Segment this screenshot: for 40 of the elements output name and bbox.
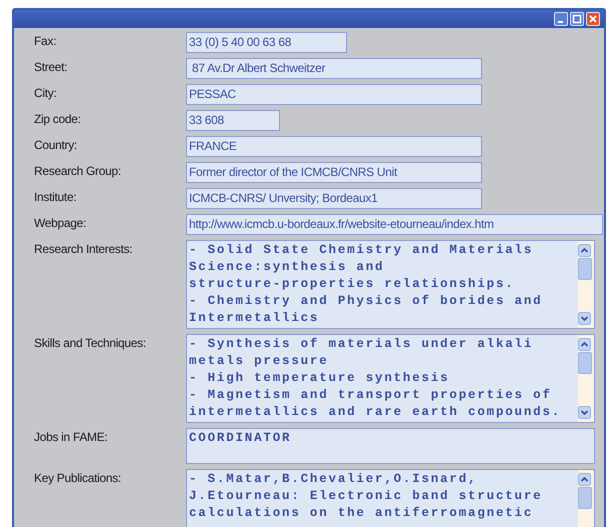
- text-field[interactable]: ICMCB-CNRS/ Unversity; Bordeaux1: [186, 188, 482, 209]
- text-field[interactable]: PESSAC: [186, 84, 482, 105]
- close-button[interactable]: [586, 12, 600, 26]
- field-label: Zip code:: [33, 111, 82, 128]
- scroll-up-icon[interactable]: [578, 473, 591, 486]
- minimize-icon: [558, 21, 562, 23]
- maximize-icon: [572, 14, 582, 24]
- text-field[interactable]: 33 (0) 5 40 00 63 68: [186, 32, 347, 53]
- close-icon: [588, 14, 598, 24]
- scroll-up-icon[interactable]: [578, 338, 591, 351]
- field-label: Key Publications:: [33, 470, 122, 487]
- field-label: Research Group:: [33, 163, 122, 180]
- scroll-thumb[interactable]: [578, 258, 592, 280]
- text-area[interactable]: - S.Matar,B.Chevalier,O.Isnard, J.Etourneau: Electronic band structure calculations on the antiferromagnetic: [186, 469, 595, 527]
- field-label: Jobs in FAME:: [33, 429, 108, 446]
- scroll-down-icon[interactable]: [578, 406, 591, 419]
- field-label: Fax:: [33, 33, 58, 50]
- text-field[interactable]: 87 Av.Dr Albert Schweitzer: [186, 58, 482, 79]
- text-field[interactable]: Former director of the ICMCB/CNRS Unit: [186, 162, 482, 183]
- minimize-button[interactable]: [554, 12, 568, 26]
- text-area[interactable]: - Solid State Chemistry and Materials Science:synthesis and structure-properties relationships. - Chemistry and Physics of borides and Intermetallics: [186, 240, 595, 329]
- scroll-thumb[interactable]: [578, 352, 592, 374]
- text-area[interactable]: COORDINATOR: [186, 428, 595, 464]
- field-label: Skills and Techniques:: [33, 335, 147, 352]
- field-label: Street:: [33, 59, 68, 76]
- scrollbar[interactable]: [578, 241, 594, 328]
- text-field[interactable]: FRANCE: [186, 136, 482, 157]
- text-field[interactable]: 33 608: [186, 110, 280, 131]
- scroll-up-icon[interactable]: [578, 244, 591, 257]
- scroll-thumb[interactable]: [578, 487, 592, 509]
- field-label: Institute:: [33, 189, 78, 206]
- scroll-down-icon[interactable]: [578, 312, 591, 325]
- field-label: Country:: [33, 137, 78, 154]
- scrollbar[interactable]: [578, 335, 594, 422]
- field-label: Research Interests:: [33, 241, 134, 258]
- maximize-button[interactable]: [570, 12, 584, 26]
- field-label: City:: [33, 85, 58, 102]
- text-field[interactable]: http://www.icmcb.u-bordeaux.fr/website-etourneau/index.htm: [186, 214, 603, 235]
- text-area[interactable]: - Synthesis of materials under alkali metals pressure - High temperature synthesis - Magnetism and transport properties of intermetallics and rare earth compounds.: [186, 334, 595, 423]
- field-label: Webpage:: [33, 215, 88, 232]
